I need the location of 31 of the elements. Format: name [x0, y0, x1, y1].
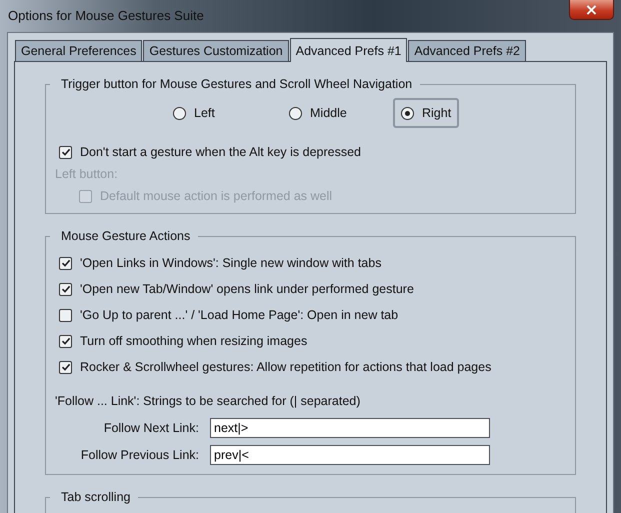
- checkbox[interactable]: [59, 360, 72, 374]
- tab[interactable]: Advanced Prefs #1: [290, 38, 408, 62]
- radio-button[interactable]: Right: [393, 98, 460, 128]
- checkbox[interactable]: [59, 282, 72, 296]
- checkbox[interactable]: [59, 308, 72, 322]
- checkbox-label: 'Go Up to parent ...' / 'Load Home Page': Open in new tab: [80, 308, 398, 322]
- group-title: Trigger button for Mouse Gestures and Scroll Wheel Navigation: [60, 77, 414, 91]
- radio-button[interactable]: Left: [165, 98, 281, 128]
- close-button[interactable]: ×: [569, 0, 614, 20]
- window-title: Options for Mouse Gestures Suite: [8, 8, 204, 22]
- tab[interactable]: General Preferences: [15, 40, 142, 61]
- checkbox[interactable]: [59, 146, 72, 158]
- field-label: Follow Next Link:: [102, 420, 200, 434]
- field-label: Follow Previous Link:: [80, 448, 200, 462]
- text-field[interactable]: next|>: [210, 418, 490, 438]
- checkbox-label: 'Open Links in Windows': Single new window with tabs: [80, 256, 382, 270]
- checkbox-label: Default mouse action is performed as well: [100, 189, 332, 203]
- checkbox-label: Don't start a gesture when the Alt key is depressed: [80, 145, 362, 159]
- group-title: Mouse Gesture Actions: [60, 229, 192, 243]
- checkbox[interactable]: [59, 256, 72, 270]
- radio-button[interactable]: Middle: [281, 98, 393, 128]
- section-label: Left button:: [55, 166, 119, 183]
- tab[interactable]: Advanced Prefs #2: [408, 40, 526, 61]
- instruction-text: 'Follow ... Link': Strings to be searched for (| separated): [55, 394, 362, 410]
- group-title: Tab scrolling: [60, 490, 132, 504]
- checkbox[interactable]: [59, 334, 72, 348]
- checkbox-label: 'Open new Tab/Window' opens link under performed gesture: [80, 282, 414, 296]
- tab[interactable]: Gestures Customization: [143, 40, 289, 61]
- checkbox-label: Turn off smoothing when resizing images: [80, 334, 308, 348]
- checkbox-label: Rocker & Scrollwheel gestures: Allow repetition for actions that load pages: [80, 360, 492, 374]
- text-field[interactable]: prev|<: [210, 444, 490, 464]
